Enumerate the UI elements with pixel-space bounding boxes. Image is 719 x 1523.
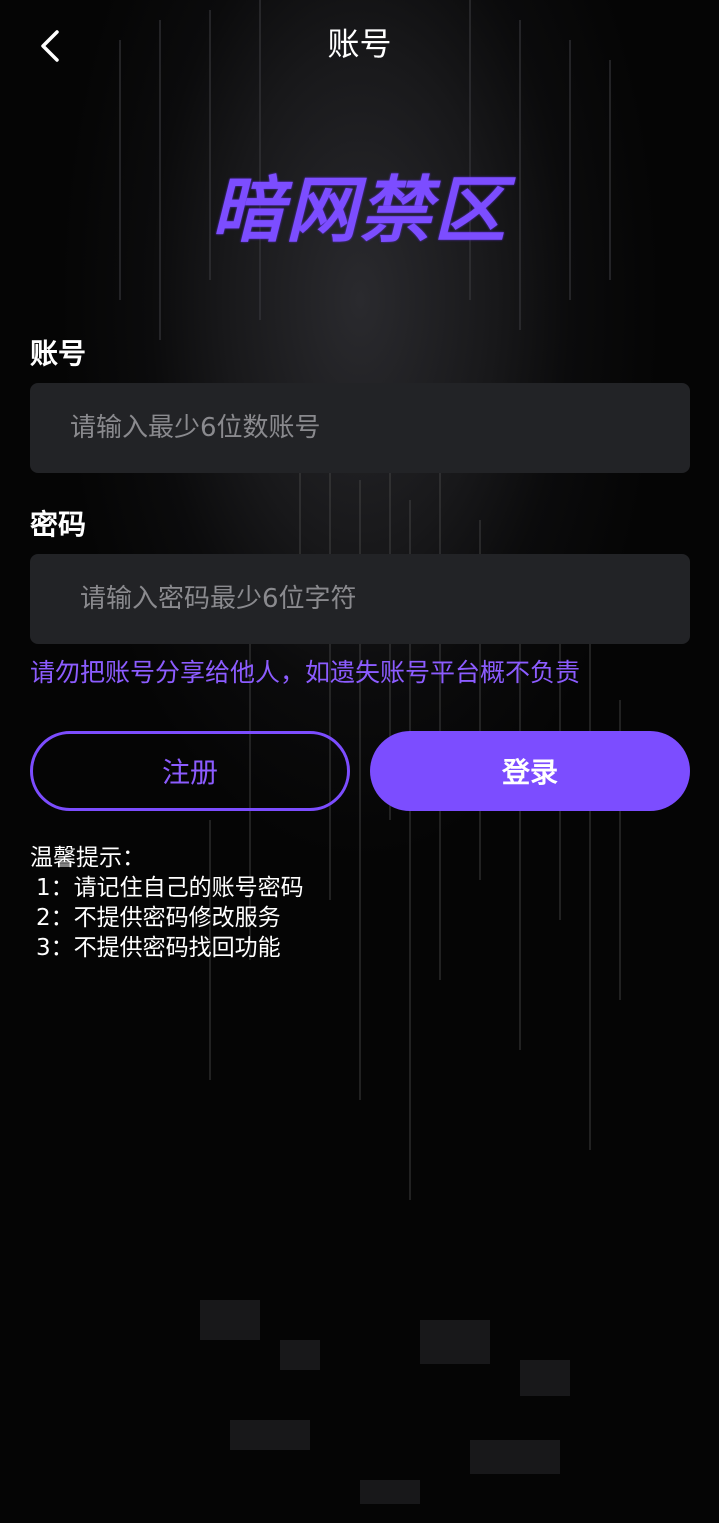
page-title: 账号 <box>327 25 392 63</box>
tip-item: 1：请记住自己的账号密码 <box>36 875 304 901</box>
warning-text: 请勿把账号分享给他人，如遗失账号平台概不负责 <box>30 658 581 687</box>
password-input[interactable] <box>30 554 690 644</box>
top-bar: 账号 <box>0 0 719 88</box>
tips-section: 温馨提示： 1：请记住自己的账号密码 2：不提供密码修改服务 3：不提供密码找回… <box>30 843 304 963</box>
login-button-label: 登录 <box>501 756 558 789</box>
tip-item: 2：不提供密码修改服务 <box>36 905 281 931</box>
account-input[interactable] <box>30 383 690 473</box>
password-label: 密码 <box>30 508 87 541</box>
app-logo: 暗网禁区 <box>211 168 508 252</box>
tip-item: 3：不提供密码找回功能 <box>36 935 281 961</box>
login-button[interactable]: 登录 <box>370 731 690 811</box>
register-button[interactable]: 注册 <box>30 731 350 811</box>
tips-title: 温馨提示： <box>30 845 145 871</box>
account-label: 账号 <box>30 337 87 370</box>
register-button-label: 注册 <box>161 756 218 789</box>
